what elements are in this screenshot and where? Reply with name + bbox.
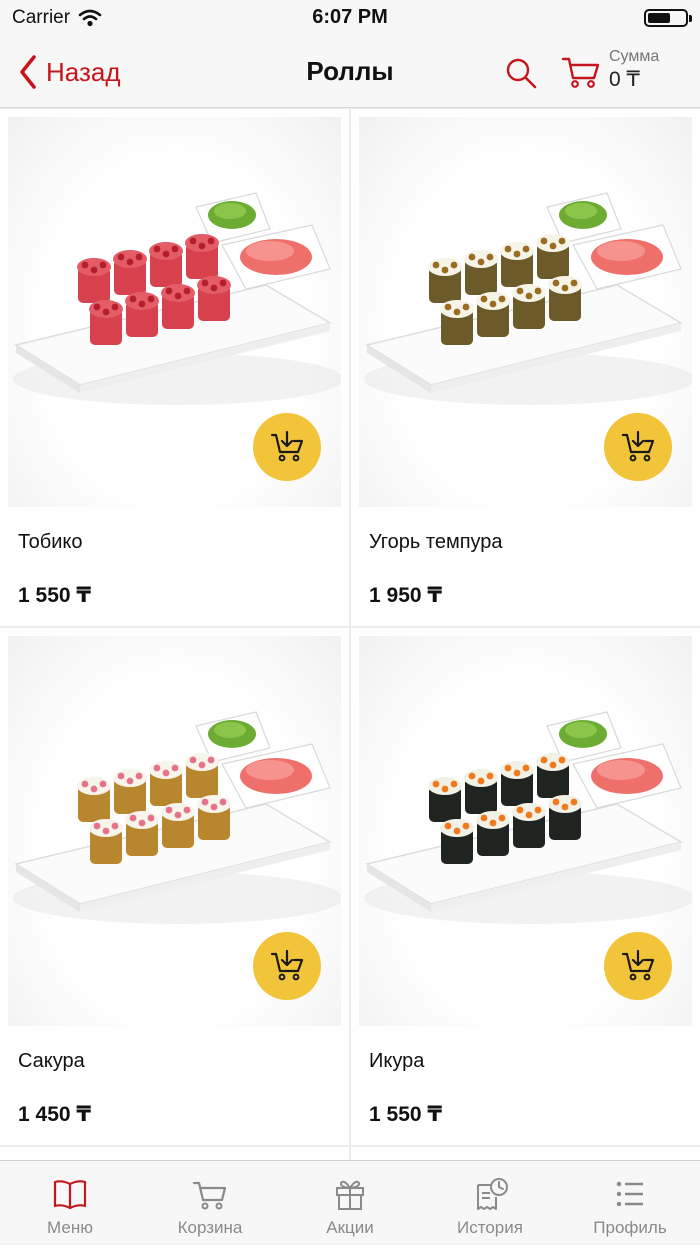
tab-bar: Меню Корзина Акции История Профиль: [0, 1160, 700, 1244]
product-card[interactable]: Икура 1 550 ₸: [351, 628, 700, 1145]
tab-label: Корзина: [177, 1218, 243, 1237]
product-card-partial: [0, 1147, 349, 1160]
search-button[interactable]: [504, 56, 538, 90]
tab-profile[interactable]: Профиль: [560, 1161, 700, 1245]
navigation-bar: Назад Роллы Сумма 0 ₸: [0, 36, 700, 108]
battery-icon: [644, 9, 692, 27]
add-to-cart-button[interactable]: [253, 932, 321, 1000]
receipt-clock-icon: [477, 1178, 508, 1210]
tab-label: Акции: [326, 1218, 374, 1237]
list-icon: [616, 1181, 643, 1207]
product-price: 1 550 ₸: [369, 1103, 442, 1126]
product-name: Тобико: [18, 531, 83, 553]
status-bar: Carrier 6:07 PM: [0, 0, 700, 36]
add-to-cart-icon: [270, 949, 304, 981]
tab-label: Профиль: [593, 1218, 667, 1237]
add-to-cart-icon: [621, 430, 655, 462]
product-card[interactable]: Угорь темпура 1 950 ₸: [351, 109, 700, 626]
tab-label: История: [457, 1218, 523, 1237]
chevron-left-icon: [20, 55, 36, 89]
product-card[interactable]: Сакура 1 450 ₸: [0, 628, 349, 1145]
product-card-partial: [351, 1147, 700, 1160]
sum-value: 0 ₸: [609, 68, 640, 91]
add-to-cart-icon: [621, 949, 655, 981]
add-to-cart-icon: [270, 430, 304, 462]
back-label: Назад: [46, 56, 121, 87]
tab-history[interactable]: История: [420, 1161, 560, 1245]
header-cart-button[interactable]: [561, 54, 601, 90]
product-price: 1 950 ₸: [369, 584, 442, 607]
product-name: Сакура: [18, 1050, 85, 1072]
tab-label: Меню: [47, 1218, 93, 1237]
tab-menu[interactable]: Меню: [0, 1161, 140, 1245]
book-icon: [53, 1180, 87, 1210]
add-to-cart-button[interactable]: [604, 932, 672, 1000]
add-to-cart-button[interactable]: [604, 413, 672, 481]
back-button[interactable]: Назад: [18, 52, 121, 92]
add-to-cart-button[interactable]: [253, 413, 321, 481]
gift-icon: [336, 1180, 364, 1210]
tab-cart[interactable]: Корзина: [140, 1161, 280, 1245]
product-grid: Тобико 1 550 ₸ Угорь темпура 1 950 ₸ Сак…: [0, 109, 700, 1160]
search-icon: [506, 58, 537, 89]
product-price: 1 450 ₸: [18, 1103, 91, 1126]
product-name: Икура: [369, 1050, 425, 1072]
cart-sum: Сумма 0 ₸: [609, 48, 659, 92]
cart-icon: [192, 1181, 227, 1210]
product-price: 1 550 ₸: [18, 584, 91, 607]
product-name: Угорь темпура: [369, 531, 503, 553]
tab-promotions[interactable]: Акции: [280, 1161, 420, 1245]
sum-label: Сумма: [609, 48, 660, 65]
cart-icon: [561, 57, 600, 88]
status-time: 6:07 PM: [312, 6, 388, 28]
product-card[interactable]: Тобико 1 550 ₸: [0, 109, 349, 626]
